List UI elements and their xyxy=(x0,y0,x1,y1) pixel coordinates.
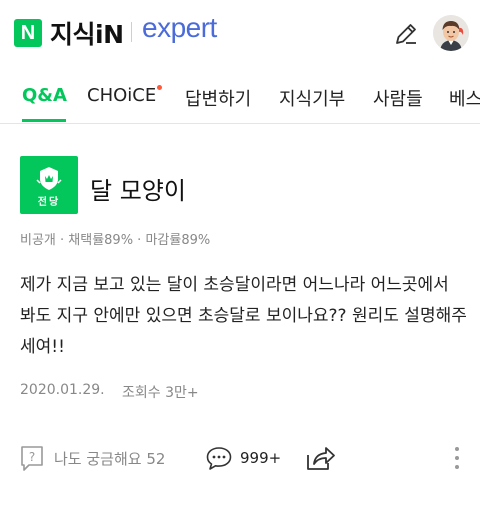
main-tab-bar: Q&A CHOiCE 답변하기 지식기부 사람들 베스 xyxy=(0,72,480,124)
question-bubble-icon: ? xyxy=(21,446,43,471)
more-vertical-icon[interactable] xyxy=(450,443,464,473)
tab-donation[interactable]: 지식기부 xyxy=(279,85,345,111)
profile-avatar[interactable] xyxy=(433,15,469,51)
answers-button[interactable]: 999+ xyxy=(205,443,281,473)
new-dot-badge xyxy=(157,85,162,90)
question-title: 달 모양이 xyxy=(90,177,186,205)
questioner-meta: 비공개 · 채택률89% · 마감률89% xyxy=(20,233,211,248)
question-views: 조회수 3만+ xyxy=(122,385,199,401)
share-icon[interactable] xyxy=(304,443,336,473)
active-tab-indicator xyxy=(22,119,66,122)
curious-too-button[interactable]: ? 나도 궁금해요 52 xyxy=(18,443,165,473)
svg-text:?: ? xyxy=(29,450,35,464)
question-date: 2020.01.29. xyxy=(20,382,105,398)
brand-divider xyxy=(131,22,132,42)
comment-bubble-icon xyxy=(206,447,232,470)
answers-count: 999+ xyxy=(240,449,282,467)
top-header: N 지식iN expert xyxy=(0,0,480,64)
tab-people[interactable]: 사람들 xyxy=(373,85,423,111)
tab-choice[interactable]: CHOiCE xyxy=(87,85,156,106)
hall-of-fame-badge: 전당 xyxy=(20,156,78,214)
tab-best[interactable]: 베스 xyxy=(449,85,480,111)
curious-too-label: 나도 궁금해요 52 xyxy=(54,449,166,468)
kin-service-name[interactable]: 지식iN xyxy=(50,15,124,51)
naver-logo[interactable]: N xyxy=(14,19,42,47)
expert-link[interactable]: expert xyxy=(142,12,217,44)
badge-label: 전당 xyxy=(37,197,61,208)
pencil-icon[interactable] xyxy=(392,20,420,48)
tab-qna[interactable]: Q&A xyxy=(22,85,67,106)
tab-answer[interactable]: 답변하기 xyxy=(185,85,251,111)
question-body: 제가 지금 보고 있는 달이 초승달이라면 어느나라 어느곳에서 봐도 지구 안… xyxy=(20,275,467,357)
